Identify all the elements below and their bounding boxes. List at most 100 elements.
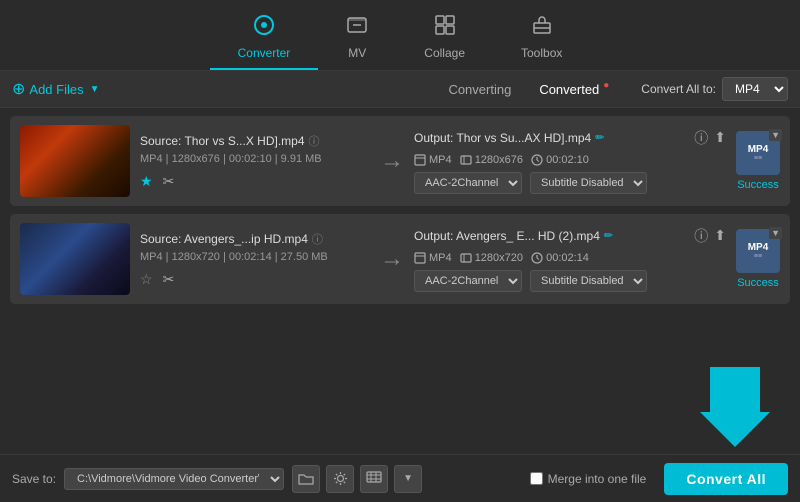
edit-icon-2[interactable]: ✏ [604, 229, 613, 242]
output-section-1: Output: Thor vs Su...AX HD].mp4 ✏ ⓘ ⬆ MP… [414, 128, 726, 194]
more-settings-btn[interactable]: ▼ [394, 465, 422, 493]
add-files-label: Add Files [29, 82, 83, 97]
format-select[interactable]: MP4 MKV AVI MOV [722, 77, 788, 101]
file-row: Source: Thor vs S...X HD].mp4 ⓘ MP4 | 12… [10, 116, 790, 206]
toolbar: ⊕ Add Files ▼ Converting Converted ● Con… [0, 71, 800, 108]
merge-checkbox-group: Merge into one file [530, 472, 647, 486]
folder-icon-btn[interactable] [292, 465, 320, 493]
edit-icon-1[interactable]: ✏ [595, 131, 604, 144]
mp4-ext-2: MP4 [748, 242, 769, 253]
output-res-2: 1280x720 [460, 252, 523, 264]
toolbox-icon [531, 14, 553, 42]
tab-converting[interactable]: Converting [434, 78, 525, 101]
mp4-icon-2: MP4 ≡≡ ▼ [736, 229, 780, 273]
star-icon-2[interactable]: ☆ [140, 271, 153, 288]
nav-collage[interactable]: Collage [396, 8, 493, 70]
nav-toolbox-label: Toolbox [521, 46, 562, 60]
success-badge-1: MP4 ≡≡ ▼ Success [736, 131, 780, 191]
big-arrow-container [700, 367, 770, 447]
file-meta-2: MP4 | 1280x720 | 00:02:14 | 27.50 MB [140, 251, 370, 263]
more-icon: ▼ [403, 473, 413, 484]
tab-converted-label: Converted [539, 82, 599, 97]
mp4-ext-1: MP4 [748, 144, 769, 155]
tools-icon-btn[interactable] [360, 465, 388, 493]
subtitle-select-1[interactable]: Subtitle Disabled [530, 172, 647, 194]
output-selects-2: AAC-2Channel Subtitle Disabled [414, 270, 726, 292]
mp4-lines-1: ≡≡ [754, 155, 762, 162]
converter-icon [253, 14, 275, 42]
output-icons-1: ⓘ ⬆ [694, 128, 726, 148]
cut-icon-2[interactable]: ✂ [163, 271, 175, 288]
output-selects-1: AAC-2Channel Subtitle Disabled [414, 172, 726, 194]
nav-toolbox[interactable]: Toolbox [493, 8, 590, 70]
file-info-1: Source: Thor vs S...X HD].mp4 ⓘ MP4 | 12… [140, 133, 370, 190]
nav-mv-label: MV [348, 46, 366, 60]
download-icon-2[interactable]: ⬆ [714, 227, 726, 244]
nav-converter[interactable]: Converter [210, 8, 319, 70]
success-badge-2: MP4 ≡≡ ▼ Success [736, 229, 780, 289]
info-output-icon-2[interactable]: ⓘ [694, 226, 708, 246]
nav-mv[interactable]: MV [318, 8, 396, 70]
file-meta-1: MP4 | 1280x676 | 00:02:10 | 9.91 MB [140, 153, 370, 165]
tab-group: Converting Converted ● [434, 78, 613, 101]
source-text-1: Source: Thor vs S...X HD].mp4 [140, 134, 305, 148]
tab-converting-label: Converting [448, 82, 511, 97]
star-icon-1[interactable]: ★ [140, 173, 153, 190]
merge-checkbox[interactable] [530, 472, 543, 485]
success-text-1: Success [737, 179, 779, 191]
bottom-bar: Save to: C:\Vidmore\Vidmore Video Conver… [0, 454, 800, 502]
format-tag-1: MP4 [414, 154, 452, 166]
merge-label[interactable]: Merge into one file [548, 472, 647, 486]
mp4-icon-1: MP4 ≡≡ ▼ [736, 131, 780, 175]
mp4-dropdown-2[interactable]: ▼ [769, 227, 782, 239]
output-section-2: Output: Avengers_ E... HD (2).mp4 ✏ ⓘ ⬆ … [414, 226, 726, 292]
mp4-dropdown-1[interactable]: ▼ [769, 129, 782, 141]
output-meta-2: MP4 1280x720 00:02:14 [414, 252, 726, 264]
output-text-2: Output: Avengers_ E... HD (2).mp4 [414, 229, 600, 243]
source-label-1: Source: Thor vs S...X HD].mp4 ⓘ [140, 133, 370, 149]
thumbnail-1 [20, 125, 130, 197]
add-files-button[interactable]: ⊕ Add Files ▼ [12, 79, 100, 99]
output-name-2: Output: Avengers_ E... HD (2).mp4 ✏ [414, 229, 613, 243]
convert-all-to-label: Convert All to: [641, 82, 716, 96]
file-actions-1: ★ ✂ [140, 173, 370, 190]
convert-all-to-group: Convert All to: MP4 MKV AVI MOV [641, 77, 788, 101]
output-res-1: 1280x676 [460, 154, 523, 166]
convert-all-button[interactable]: Convert All [664, 463, 788, 495]
file-actions-2: ☆ ✂ [140, 271, 370, 288]
download-icon-1[interactable]: ⬆ [714, 129, 726, 146]
file-row: Source: Avengers_...ip HD.mp4 ⓘ MP4 | 12… [10, 214, 790, 304]
info-icon-1[interactable]: ⓘ [309, 133, 320, 149]
settings-icon-btn[interactable] [326, 465, 354, 493]
cut-icon-1[interactable]: ✂ [163, 173, 175, 190]
subtitle-select-2[interactable]: Subtitle Disabled [530, 270, 647, 292]
mp4-lines-2: ≡≡ [754, 253, 762, 260]
save-to-label: Save to: [12, 472, 56, 486]
output-icons-2: ⓘ ⬆ [694, 226, 726, 246]
source-text-2: Source: Avengers_...ip HD.mp4 [140, 232, 308, 246]
info-output-icon-1[interactable]: ⓘ [694, 128, 708, 148]
file-info-2: Source: Avengers_...ip HD.mp4 ⓘ MP4 | 12… [140, 231, 370, 288]
save-path-select[interactable]: C:\Vidmore\Vidmore Video Converter\Conve… [64, 468, 284, 490]
big-download-arrow [700, 367, 770, 447]
output-duration-1: 00:02:10 [531, 154, 589, 166]
top-navigation: Converter MV Collage [0, 0, 800, 71]
audio-select-2[interactable]: AAC-2Channel [414, 270, 522, 292]
output-top-2: Output: Avengers_ E... HD (2).mp4 ✏ ⓘ ⬆ [414, 226, 726, 246]
info-icon-2[interactable]: ⓘ [312, 231, 323, 247]
nav-converter-label: Converter [238, 46, 291, 60]
output-format-1: MP4 [429, 154, 452, 166]
source-label-2: Source: Avengers_...ip HD.mp4 ⓘ [140, 231, 370, 247]
format-tag-2: MP4 [414, 252, 452, 264]
output-meta-1: MP4 1280x676 00:02:10 [414, 154, 726, 166]
output-text-1: Output: Thor vs Su...AX HD].mp4 [414, 131, 591, 145]
file-list: Source: Thor vs S...X HD].mp4 ⓘ MP4 | 12… [0, 108, 800, 312]
thumbnail-2 [20, 223, 130, 295]
collage-icon [434, 14, 456, 42]
arrow-right-2: → [380, 245, 404, 273]
bottom-icons: ▼ [292, 465, 422, 493]
converted-dot: ● [603, 80, 609, 91]
tab-converted[interactable]: Converted ● [525, 78, 613, 101]
audio-select-1[interactable]: AAC-2Channel [414, 172, 522, 194]
nav-collage-label: Collage [424, 46, 465, 60]
